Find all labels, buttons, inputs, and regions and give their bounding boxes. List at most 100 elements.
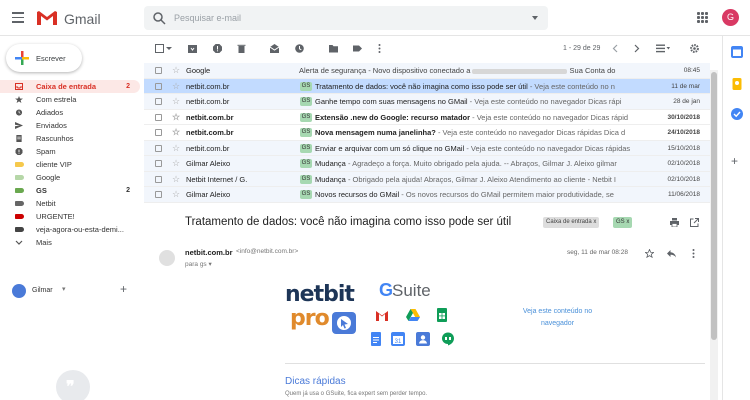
email-date: 15/10/2018: [667, 144, 700, 152]
print-icon[interactable]: [670, 218, 679, 227]
search-bar[interactable]: Pesquisar e-mail: [144, 6, 548, 30]
label-chip: GS: [300, 81, 312, 91]
open-in-new-window-icon[interactable]: [690, 218, 699, 227]
star-icon[interactable]: ☆: [172, 125, 180, 140]
row-checkbox[interactable]: [155, 113, 162, 121]
sidebar-item-cliente-vip[interactable]: cliente VIP: [0, 158, 140, 171]
sidebar-item-urgente[interactable]: URGENTE!: [0, 210, 140, 223]
sidebar-item-label: Com estrela: [36, 95, 77, 104]
scrollbar-thumb[interactable]: [711, 72, 717, 340]
sidebar-item-google[interactable]: Google: [0, 171, 140, 184]
menu-icon[interactable]: [12, 12, 24, 23]
inbox-label-chip[interactable]: Caixa de entrada x: [543, 217, 600, 228]
scrollbar[interactable]: [710, 70, 718, 400]
message-title: Tratamento de dados: você não imagina co…: [185, 216, 512, 228]
compose-button[interactable]: Escrever: [6, 44, 82, 72]
reply-icon[interactable]: [667, 249, 676, 258]
account-avatar[interactable]: G: [722, 9, 739, 26]
move-to-icon[interactable]: [329, 44, 338, 53]
mark-as-read-icon[interactable]: [270, 44, 279, 53]
report-spam-icon[interactable]: [213, 44, 222, 53]
apps-grid-icon[interactable]: [697, 12, 708, 23]
email-row[interactable]: ☆ netbit.com.br GS Extensão .new do Goog…: [144, 109, 710, 125]
row-checkbox[interactable]: [155, 129, 162, 136]
email-row[interactable]: ☆ netbit.com.br GS Tratamento de dados: …: [144, 78, 710, 94]
label-icon[interactable]: [353, 44, 362, 53]
recipient-details[interactable]: para gs ▾: [185, 260, 212, 268]
split-pane-icon[interactable]: [656, 44, 670, 53]
star-icon[interactable]: ☆: [172, 172, 180, 187]
hangouts-icon[interactable]: ❞: [56, 370, 90, 400]
hangouts-user-row[interactable]: Gilmar ▾ +: [0, 282, 140, 300]
email-subject: Mudança - Agradeço a força. Muito obriga…: [315, 156, 643, 171]
sidebar-item-snoozed[interactable]: Adiados: [0, 106, 140, 119]
star-icon[interactable]: ☆: [172, 79, 180, 94]
gs-label-chip[interactable]: GS x: [613, 217, 633, 228]
email-row[interactable]: ☆ Google Alerta de segurança - Novo disp…: [144, 63, 710, 79]
tasks-icon[interactable]: [731, 108, 743, 120]
email-row[interactable]: ☆ netbit.com.br GS Ganhe tempo com suas …: [144, 94, 710, 110]
delete-icon[interactable]: [237, 44, 246, 53]
sidebar-item-inbox[interactable]: Caixa de entrada 2: [0, 80, 140, 93]
snippet-text: Sua Conta do: [567, 66, 616, 75]
sidebar-item-veja-agora[interactable]: veja-agora-ou-esta-demi...: [0, 223, 140, 236]
chevron-down-icon[interactable]: [166, 44, 172, 53]
calendar-icon[interactable]: [731, 46, 743, 58]
email-sender: Google: [186, 66, 211, 75]
blurred-email: [472, 68, 568, 74]
star-icon[interactable]: ☆: [172, 141, 180, 156]
email-row[interactable]: ☆ Netbit Internet / G. GS Mudança - Obri…: [144, 171, 710, 187]
chevron-right-icon[interactable]: [634, 44, 640, 53]
sidebar-item-drafts[interactable]: Rascunhos: [0, 132, 140, 145]
row-checkbox[interactable]: [155, 191, 162, 198]
select-all-checkbox[interactable]: [155, 44, 164, 53]
email-date: 02/10/2018: [667, 160, 700, 167]
add-contact-icon[interactable]: +: [120, 282, 127, 296]
row-checkbox[interactable]: [155, 160, 162, 167]
row-checkbox[interactable]: [155, 175, 162, 183]
star-icon[interactable]: ☆: [172, 94, 180, 109]
email-row[interactable]: ☆ Gilmar Aleixo GS Mudança - Agradeço a …: [144, 156, 710, 172]
snippet-text: - Veja este conteúdo no navegador Dicas …: [435, 128, 626, 137]
archive-icon[interactable]: [188, 44, 197, 53]
user-avatar[interactable]: [12, 284, 26, 298]
email-row[interactable]: ☆ netbit.com.br GS Enviar e arquivar com…: [144, 140, 710, 156]
star-icon[interactable]: ☆: [172, 187, 180, 202]
row-checkbox[interactable]: [155, 98, 162, 105]
row-checkbox[interactable]: [155, 82, 162, 90]
star-icon[interactable]: [645, 249, 654, 258]
email-subject: Novos recursos do GMail - Os novos recur…: [315, 187, 643, 202]
sidebar-item-label: Enviados: [36, 121, 67, 130]
gmail-logo-icon[interactable]: [36, 10, 58, 26]
row-checkbox[interactable]: [155, 144, 162, 152]
more-options-icon[interactable]: [378, 44, 381, 53]
view-in-browser-link[interactable]: Veja este conteúdo no navegador: [520, 306, 595, 330]
sidebar-item-starred[interactable]: Com estrela: [0, 93, 140, 106]
sidebar-item-more[interactable]: Mais: [0, 236, 140, 249]
star-icon[interactable]: ☆: [172, 156, 180, 171]
sidebar-item-sent[interactable]: Enviados: [0, 119, 140, 132]
snooze-icon[interactable]: [295, 44, 304, 53]
email-sender: Netbit Internet / G.: [186, 174, 248, 184]
chevron-down-icon[interactable]: ▾: [62, 285, 66, 293]
star-icon[interactable]: ☆: [172, 63, 180, 78]
search-options-icon[interactable]: [532, 16, 538, 20]
add-addon-icon[interactable]: +: [731, 154, 738, 168]
sidebar-item-spam[interactable]: Spam: [0, 145, 140, 158]
keep-icon[interactable]: [731, 78, 743, 90]
search-input[interactable]: Pesquisar e-mail: [174, 13, 241, 23]
sidebar-item-netbit[interactable]: Netbit: [0, 197, 140, 210]
snippet-text: - Veja este conteúdo no n: [527, 81, 615, 91]
email-row[interactable]: ☆ Gilmar Aleixo GS Novos recursos do GMa…: [144, 187, 710, 203]
chevron-left-icon[interactable]: [612, 44, 618, 53]
spam-icon: [15, 148, 23, 155]
search-icon[interactable]: [152, 11, 166, 25]
row-checkbox[interactable]: [155, 67, 162, 74]
email-row[interactable]: ☆ netbit.com.br GS Nova mensagem numa ja…: [144, 125, 710, 141]
more-options-icon[interactable]: [692, 249, 695, 258]
sender-name[interactable]: netbit.com.br: [185, 248, 233, 257]
sidebar-item-gs[interactable]: GS 2: [0, 184, 140, 197]
label-chip: GS: [300, 143, 312, 153]
star-icon[interactable]: ☆: [172, 110, 180, 125]
gear-icon[interactable]: [690, 44, 699, 53]
